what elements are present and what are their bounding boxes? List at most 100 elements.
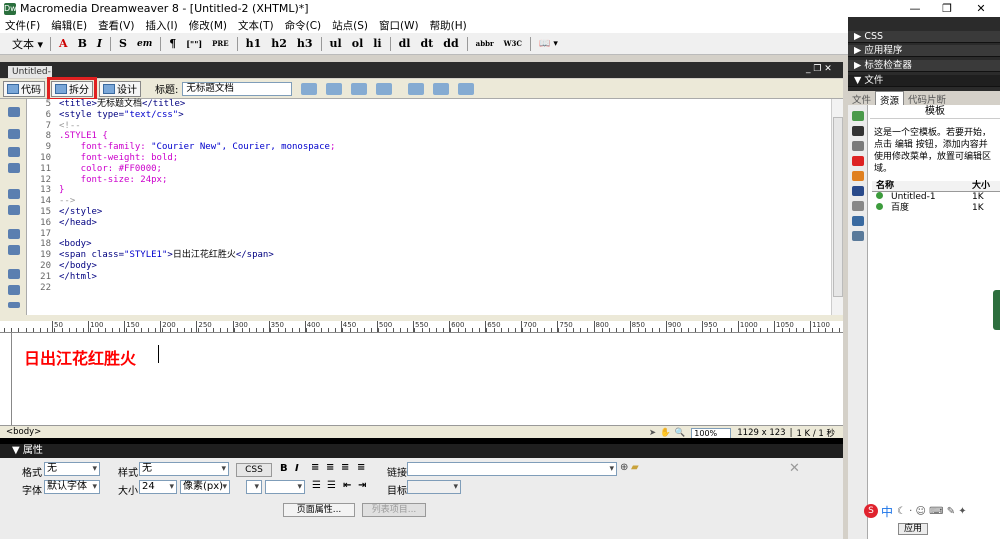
paragraph-button[interactable]: ¶ xyxy=(164,37,181,50)
ol-button[interactable]: ol xyxy=(347,37,369,50)
dd-button[interactable]: dd xyxy=(438,37,463,50)
zoom-tool-icon[interactable]: 🔍 xyxy=(675,428,686,438)
acronym-button[interactable]: W3C xyxy=(499,39,527,48)
tab-snippets[interactable]: 代码片断 xyxy=(904,91,950,106)
ime-tools-icon[interactable]: ☾ · ☺ ⌨ ✎ ✦ xyxy=(897,506,967,517)
application-panel-header[interactable]: ▶ 应用程序 xyxy=(848,45,1000,57)
side-grip[interactable] xyxy=(993,290,1000,330)
menu-window[interactable]: 窗口(W) xyxy=(374,18,425,33)
browse-folder-icon[interactable]: ▰ xyxy=(631,462,639,473)
apply-button[interactable]: 应用 xyxy=(898,523,928,535)
zoom-select[interactable]: 100% xyxy=(691,427,732,439)
design-view-button[interactable]: 设计 xyxy=(99,80,141,97)
size-select[interactable]: 24 xyxy=(139,480,177,494)
collapse-tag-icon[interactable] xyxy=(8,129,20,139)
dl-button[interactable]: dl xyxy=(394,37,416,50)
select-parent-tag-icon[interactable] xyxy=(8,189,20,199)
shockwave-icon[interactable] xyxy=(852,171,864,181)
h2-button[interactable]: h2 xyxy=(266,37,292,50)
window-size[interactable]: 1129 x 123 xyxy=(737,428,785,438)
code-line[interactable]: 5 <title>无标题文档</title> xyxy=(27,99,832,110)
list-item-button[interactable]: 列表项目... xyxy=(362,503,426,517)
dt-button[interactable]: dt xyxy=(415,37,438,50)
font-select[interactable]: 默认字体 xyxy=(44,480,100,494)
point-to-file-icon[interactable]: ⊕ xyxy=(620,462,628,473)
expand-all-icon[interactable] xyxy=(8,163,20,173)
minimize-button[interactable]: — xyxy=(900,0,930,17)
code-line[interactable]: 7 <!-- xyxy=(27,121,832,132)
tag-inspector-panel-header[interactable]: ▶ 标签检查器 xyxy=(848,60,1000,72)
css-button[interactable]: CSS xyxy=(236,463,272,477)
highlight-invalid-icon[interactable] xyxy=(8,245,20,255)
document-tab[interactable]: Untitled-2 xyxy=(8,66,52,89)
split-view-button[interactable]: 拆分 xyxy=(47,76,97,101)
align-justify-icon[interactable]: ≡ xyxy=(357,462,365,473)
link-input[interactable] xyxy=(407,462,617,476)
menu-help[interactable]: 帮助(H) xyxy=(425,18,473,33)
format-select[interactable]: 无 xyxy=(44,462,100,476)
more-tools-icon[interactable] xyxy=(8,302,20,308)
code-line[interactable]: 15 </style> xyxy=(27,207,832,218)
files-panel-header[interactable]: ▼ 文件 xyxy=(848,75,1000,87)
validate-markup-icon[interactable] xyxy=(326,82,343,95)
movies-icon[interactable] xyxy=(852,186,864,196)
unit-select[interactable]: 像素(px) xyxy=(180,480,230,494)
css-panel-header[interactable]: ▶ CSS xyxy=(848,31,1000,43)
line-numbers-icon[interactable] xyxy=(8,229,20,239)
refresh-icon[interactable] xyxy=(408,82,425,95)
hand-tool-icon[interactable]: ✋ xyxy=(660,428,671,438)
target-select[interactable] xyxy=(407,480,461,494)
colors-icon[interactable] xyxy=(852,126,864,136)
h3-button[interactable]: h3 xyxy=(292,37,318,50)
li-button[interactable]: li xyxy=(368,37,386,50)
column-size[interactable]: 大小 xyxy=(972,181,1000,191)
code-line[interactable]: 17 xyxy=(27,229,832,240)
tab-assets[interactable]: 资源 xyxy=(875,91,905,107)
color-input[interactable] xyxy=(265,480,305,494)
code-line[interactable]: 18 <body> xyxy=(27,239,832,250)
collapse-selection-icon[interactable] xyxy=(8,147,20,157)
menu-view[interactable]: 查看(V) xyxy=(93,18,140,33)
preview-browser-icon[interactable] xyxy=(376,82,393,95)
code-line[interactable]: 6 <style type="text/css"> xyxy=(27,110,832,121)
blockquote-button[interactable]: [""] xyxy=(181,39,207,49)
indent-icon[interactable]: ⇥ xyxy=(358,480,366,491)
pre-button[interactable]: PRE xyxy=(207,39,233,48)
apply-comment-icon[interactable] xyxy=(8,269,20,279)
tag-selector-body[interactable]: <body> xyxy=(6,427,41,437)
align-right-icon[interactable]: ≡ xyxy=(341,462,349,473)
code-editor[interactable]: 5 <title>无标题文档</title> 6 <style type="text/… xyxy=(27,99,832,315)
bold-button[interactable]: B xyxy=(73,37,92,50)
design-view[interactable]: 日出江花红胜火 xyxy=(12,333,843,425)
em-button[interactable]: em xyxy=(132,39,157,49)
page-properties-button[interactable]: 页面属性... xyxy=(283,503,355,517)
code-line[interactable]: 8 .STYLE1 { xyxy=(27,131,832,142)
visual-aids-icon[interactable] xyxy=(458,82,475,95)
code-line[interactable]: 14 --> xyxy=(27,196,832,207)
column-name[interactable]: 名称 xyxy=(872,181,972,191)
menu-edit[interactable]: 编辑(E) xyxy=(46,18,93,33)
code-scrollbar[interactable] xyxy=(831,99,843,315)
flash-icon[interactable] xyxy=(852,156,864,166)
italic-icon[interactable]: I xyxy=(295,463,299,474)
menu-insert[interactable]: 插入(I) xyxy=(140,18,183,33)
abbr-button[interactable]: abbr xyxy=(471,39,499,48)
align-left-icon[interactable]: ≡ xyxy=(311,462,319,473)
library-icon[interactable] xyxy=(852,231,864,241)
style-select[interactable]: 无 xyxy=(139,462,229,476)
h1-button[interactable]: h1 xyxy=(241,37,267,50)
close-button[interactable]: ✕ xyxy=(966,0,996,17)
menu-file[interactable]: 文件(F) xyxy=(0,18,46,33)
browser-check-icon[interactable] xyxy=(301,82,318,95)
document-window-controls[interactable]: _ ❐ ✕ xyxy=(806,64,832,74)
outdent-icon[interactable]: ⇤ xyxy=(343,480,351,491)
menu-commands[interactable]: 命令(C) xyxy=(280,18,328,33)
ime-language[interactable]: 中 xyxy=(881,503,893,520)
pointer-tool-icon[interactable]: ➤ xyxy=(649,428,656,438)
code-line[interactable]: 12 font-size: 24px; xyxy=(27,175,832,186)
code-line[interactable]: 16 </head> xyxy=(27,218,832,229)
scripts-icon[interactable] xyxy=(852,201,864,211)
urls-icon[interactable] xyxy=(852,141,864,151)
code-line[interactable]: 20 </body> xyxy=(27,261,832,272)
document-title-input[interactable]: 无标题文档 xyxy=(182,81,293,96)
